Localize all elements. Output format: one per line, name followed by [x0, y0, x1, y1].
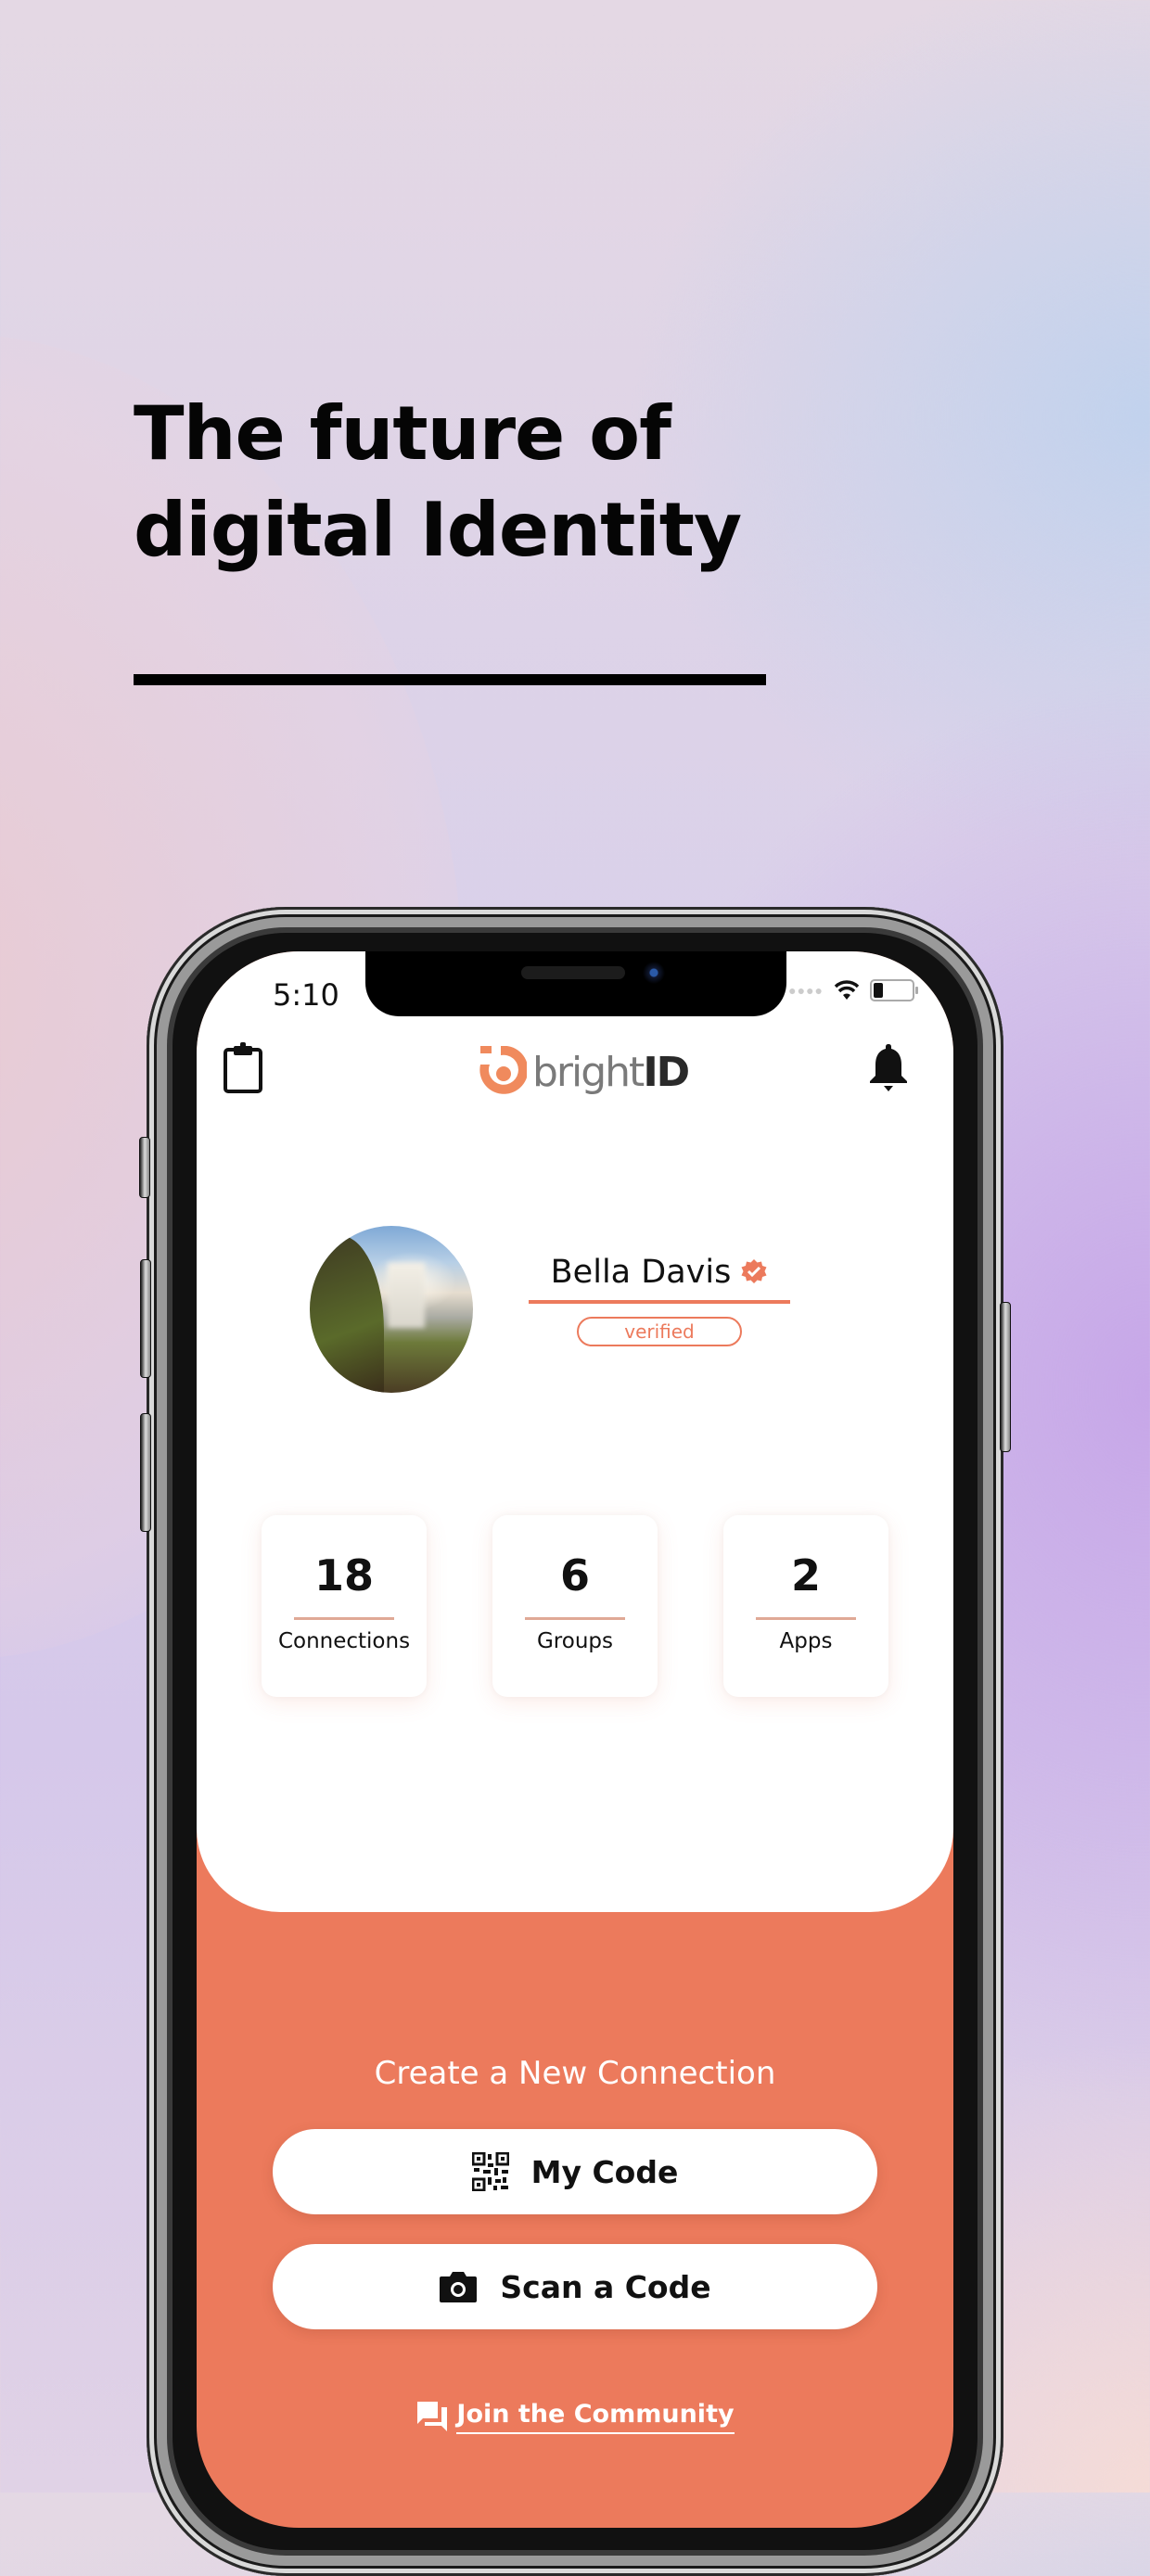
headline-underline — [134, 674, 766, 685]
app-bar: brightID — [197, 1037, 953, 1120]
stat-divider — [525, 1617, 625, 1620]
stat-label: Groups — [536, 1629, 613, 1653]
stat-value: 18 — [313, 1550, 374, 1600]
stat-card-connections[interactable]: 18 Connections — [262, 1515, 427, 1697]
headline-line-1: The future of — [134, 390, 671, 477]
chat-bubbles-icon — [417, 2402, 448, 2431]
logo-text-bright: bright — [532, 1048, 645, 1096]
app-screen: 5:10 ●●●● brightID Bella Davis verified … — [197, 951, 953, 2528]
my-code-button[interactable]: My Code — [273, 2129, 877, 2214]
clipboard-icon[interactable] — [223, 1042, 263, 1094]
join-community-link[interactable]: Join the Community — [197, 2400, 953, 2434]
logo-text-id: ID — [643, 1048, 690, 1096]
my-code-label: My Code — [530, 2153, 679, 2190]
create-connection-title: Create a New Connection — [374, 2055, 776, 2092]
hero-headline: The future of digital Identity — [134, 386, 742, 579]
stat-value: 2 — [790, 1550, 821, 1600]
brightid-logo-icon — [479, 1046, 527, 1094]
stat-value: 6 — [559, 1550, 590, 1600]
profile-name-text: Bella Davis — [550, 1254, 732, 1291]
stat-divider — [756, 1617, 856, 1620]
phone-volume-up — [140, 1259, 151, 1378]
status-icons: ●●●● — [788, 979, 918, 1001]
phone-silent-switch — [139, 1137, 150, 1198]
logo-wordmark: brightID — [532, 1048, 690, 1096]
stat-divider — [294, 1617, 394, 1620]
stat-label: Connections — [277, 1629, 411, 1653]
profile-name-block: Bella Davis verified — [529, 1254, 790, 1346]
profile-name: Bella Davis — [551, 1254, 769, 1291]
phone-volume-down — [140, 1413, 151, 1532]
signal-dots-icon: ●●●● — [788, 983, 824, 998]
verified-badge-icon — [741, 1259, 767, 1283]
join-community-label: Join the Community — [456, 2400, 735, 2434]
avatar[interactable] — [310, 1226, 473, 1393]
qr-code-icon — [471, 2152, 509, 2191]
profile-card: 5:10 ●●●● brightID Bella Davis verified … — [197, 951, 953, 1912]
verification-status-badge: verified — [577, 1317, 742, 1346]
bell-icon[interactable] — [868, 1042, 909, 1092]
stat-card-apps[interactable]: 2 Apps — [723, 1515, 888, 1697]
brightid-logo: brightID — [479, 1046, 690, 1098]
name-underline — [529, 1300, 790, 1304]
speaker-grille — [521, 966, 625, 979]
battery-icon — [870, 979, 918, 1001]
camera-icon — [440, 2272, 478, 2302]
stat-label: Apps — [779, 1629, 833, 1653]
stats-row: 18 Connections 6 Groups 2 Apps — [262, 1515, 888, 1697]
stat-card-groups[interactable]: 6 Groups — [492, 1515, 658, 1697]
front-camera — [642, 961, 666, 985]
headline-line-2: digital Identity — [134, 487, 742, 573]
scan-code-button[interactable]: Scan a Code — [273, 2244, 877, 2329]
scan-code-label: Scan a Code — [500, 2268, 711, 2305]
wifi-icon — [834, 980, 860, 1000]
phone-power-button — [1000, 1302, 1011, 1452]
notch — [365, 951, 786, 1016]
status-time: 5:10 — [273, 977, 339, 1013]
